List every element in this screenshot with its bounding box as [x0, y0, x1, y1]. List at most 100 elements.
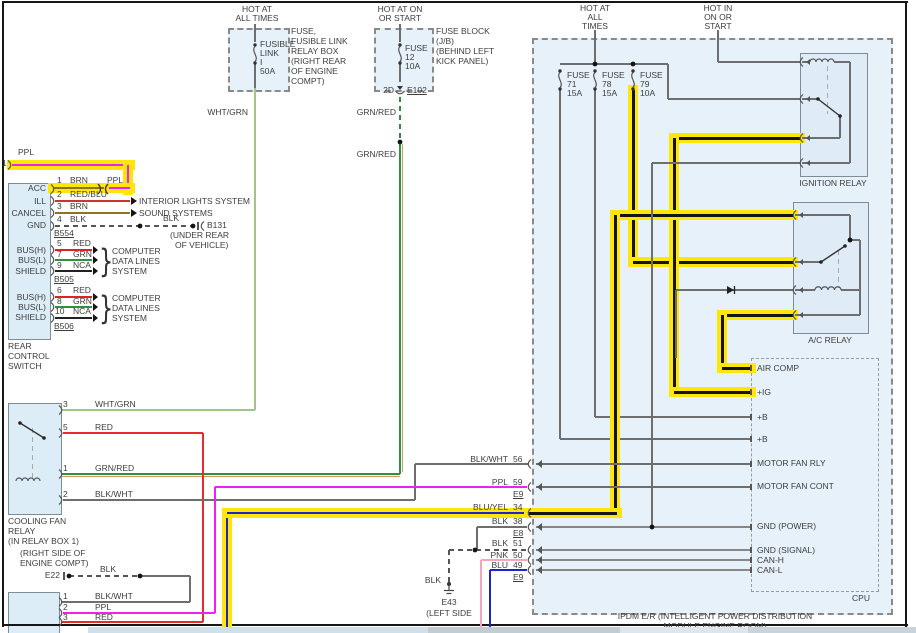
cpu-label: CPU — [852, 593, 870, 603]
wire — [401, 144, 403, 472]
label-fuse: FUSE, — [291, 26, 317, 36]
arrow-l-icon — [806, 160, 810, 166]
label-wht-grn: WHT/GRN — [207, 107, 248, 117]
arrow-l-icon — [537, 566, 542, 574]
label-50: 50 — [513, 550, 523, 560]
label-interior-lights-system: INTERIOR LIGHTS SYSTEM — [139, 196, 250, 206]
label-link: LINK — [260, 48, 279, 58]
label-rear: REAR — [8, 341, 32, 351]
wire — [189, 576, 191, 602]
page-border-left — [2, 2, 4, 627]
diagram-layer: }} FUSIBLE LINK I 50A FUSE, FUSIBLE LINK RELAY … — [0, 0, 916, 633]
page-border-top — [2, 1, 908, 3]
label-can-l: CAN-L — [757, 565, 783, 575]
wiring-diagram-page: }} FUSIBLE LINK I 50A FUSE, FUSIBLE LINK RELAY … — [0, 0, 916, 633]
label-pnk: PNK — [490, 550, 508, 560]
wire — [536, 486, 751, 488]
header-line: ALL TIMES — [235, 13, 279, 23]
label-4: 4 — [57, 214, 62, 224]
label-ppl: PPL — [95, 602, 112, 612]
label-blu-yel: BLU/YEL — [473, 502, 508, 512]
label-grn: GRN — [73, 249, 92, 259]
label-shield: SHIELD — [15, 312, 46, 322]
wire-bus-nca-2 — [55, 317, 92, 319]
header-hot-in-on-or-start: HOT IN ON OR START — [673, 4, 763, 31]
arrow-r-icon — [93, 256, 98, 264]
label-gnd: GND — [27, 220, 46, 230]
wire — [826, 66, 828, 114]
wire — [399, 24, 401, 42]
wire — [718, 61, 800, 63]
wire — [676, 289, 793, 291]
wire — [859, 240, 861, 315]
wire-ppl-acc — [12, 163, 130, 167]
wire — [536, 526, 751, 528]
label-b506: B506 — [54, 321, 74, 331]
label-right-side-of: (RIGHT SIDE OF — [20, 548, 86, 558]
wire-air-comp — [720, 315, 724, 368]
arrow-d-icon — [397, 86, 403, 90]
label-kick-panel: KICK PANEL) — [436, 56, 489, 66]
wire — [560, 63, 668, 65]
label-motor-fan-rly: MOTOR FAN RLY — [757, 458, 826, 468]
wire-blu-yel — [225, 513, 229, 633]
label-blk-wht: BLK/WHT — [470, 454, 508, 464]
label-e22: E22 — [44, 570, 60, 580]
wire-red — [63, 432, 203, 434]
label-under-rear: (UNDER REAR — [170, 230, 230, 240]
label-brn: BRN — [70, 175, 88, 185]
label-j-b: (J/B) — [436, 36, 454, 46]
wire — [795, 214, 850, 216]
arrow-l-icon — [537, 546, 542, 554]
label-switch: SWITCH — [8, 361, 42, 371]
wire — [536, 549, 751, 551]
label-3: 3 — [57, 201, 62, 211]
label-2d: 2D — [383, 85, 394, 95]
label-red: RED — [73, 238, 91, 248]
label-10a: 10A — [405, 61, 421, 71]
label-air-comp: AIR COMP — [757, 363, 800, 373]
label-1: 1 — [63, 591, 68, 601]
wire-red — [202, 433, 204, 622]
label-right-rear: (RIGHT REAR — [291, 56, 347, 66]
header-line: START — [704, 21, 732, 31]
label-red: RED — [73, 285, 91, 295]
label-of-vehicle: OF VEHICLE) — [175, 240, 229, 250]
label-1: 1 — [2, 158, 7, 168]
arrow-r-icon — [93, 314, 98, 322]
ac-relay-label: A/C RELAY — [808, 335, 852, 345]
label-brn: BRN — [70, 201, 88, 211]
cooling-fan-relay-box — [8, 403, 62, 515]
wire — [254, 64, 256, 88]
label-relay-box: RELAY BOX — [291, 46, 339, 56]
label-blk-wht: BLK/WHT — [95, 591, 133, 601]
label-8: 8 — [57, 296, 62, 306]
wire — [750, 484, 752, 490]
wire-fuse79-out — [631, 90, 635, 262]
label-59: 59 — [513, 477, 523, 487]
label-sound-systems: SOUND SYSTEMS — [139, 208, 213, 218]
wire-blk-wht — [63, 499, 415, 501]
wire — [31, 428, 33, 478]
wire — [399, 64, 401, 82]
wire — [536, 463, 751, 465]
label-blk: BLK — [70, 214, 87, 224]
wire — [667, 64, 669, 99]
arrow-l-icon — [799, 212, 803, 218]
label-bus-h: BUS(H) — [16, 292, 46, 302]
label-red: RED — [95, 422, 113, 432]
label-1: 1 — [63, 463, 68, 473]
label-cancel: CANCEL — [11, 208, 46, 218]
arrow-r-icon — [131, 197, 137, 205]
label-bus-l: BUS(L) — [18, 302, 46, 312]
wire — [140, 575, 190, 577]
label-gnd-power: GND (POWER) — [757, 521, 817, 531]
wire — [834, 61, 850, 63]
ipdm-title-line-1: IPDM E/R (INTELLIGENT POWER DISTRIBUTION — [617, 611, 813, 621]
ignition-relay-label: IGNITION RELAY — [799, 178, 867, 188]
wire — [594, 90, 596, 417]
label-b505: B505 — [54, 274, 74, 284]
label-3: 3 — [63, 399, 68, 409]
arrow-l-icon — [806, 135, 810, 141]
label-e8: E8 — [513, 528, 524, 538]
